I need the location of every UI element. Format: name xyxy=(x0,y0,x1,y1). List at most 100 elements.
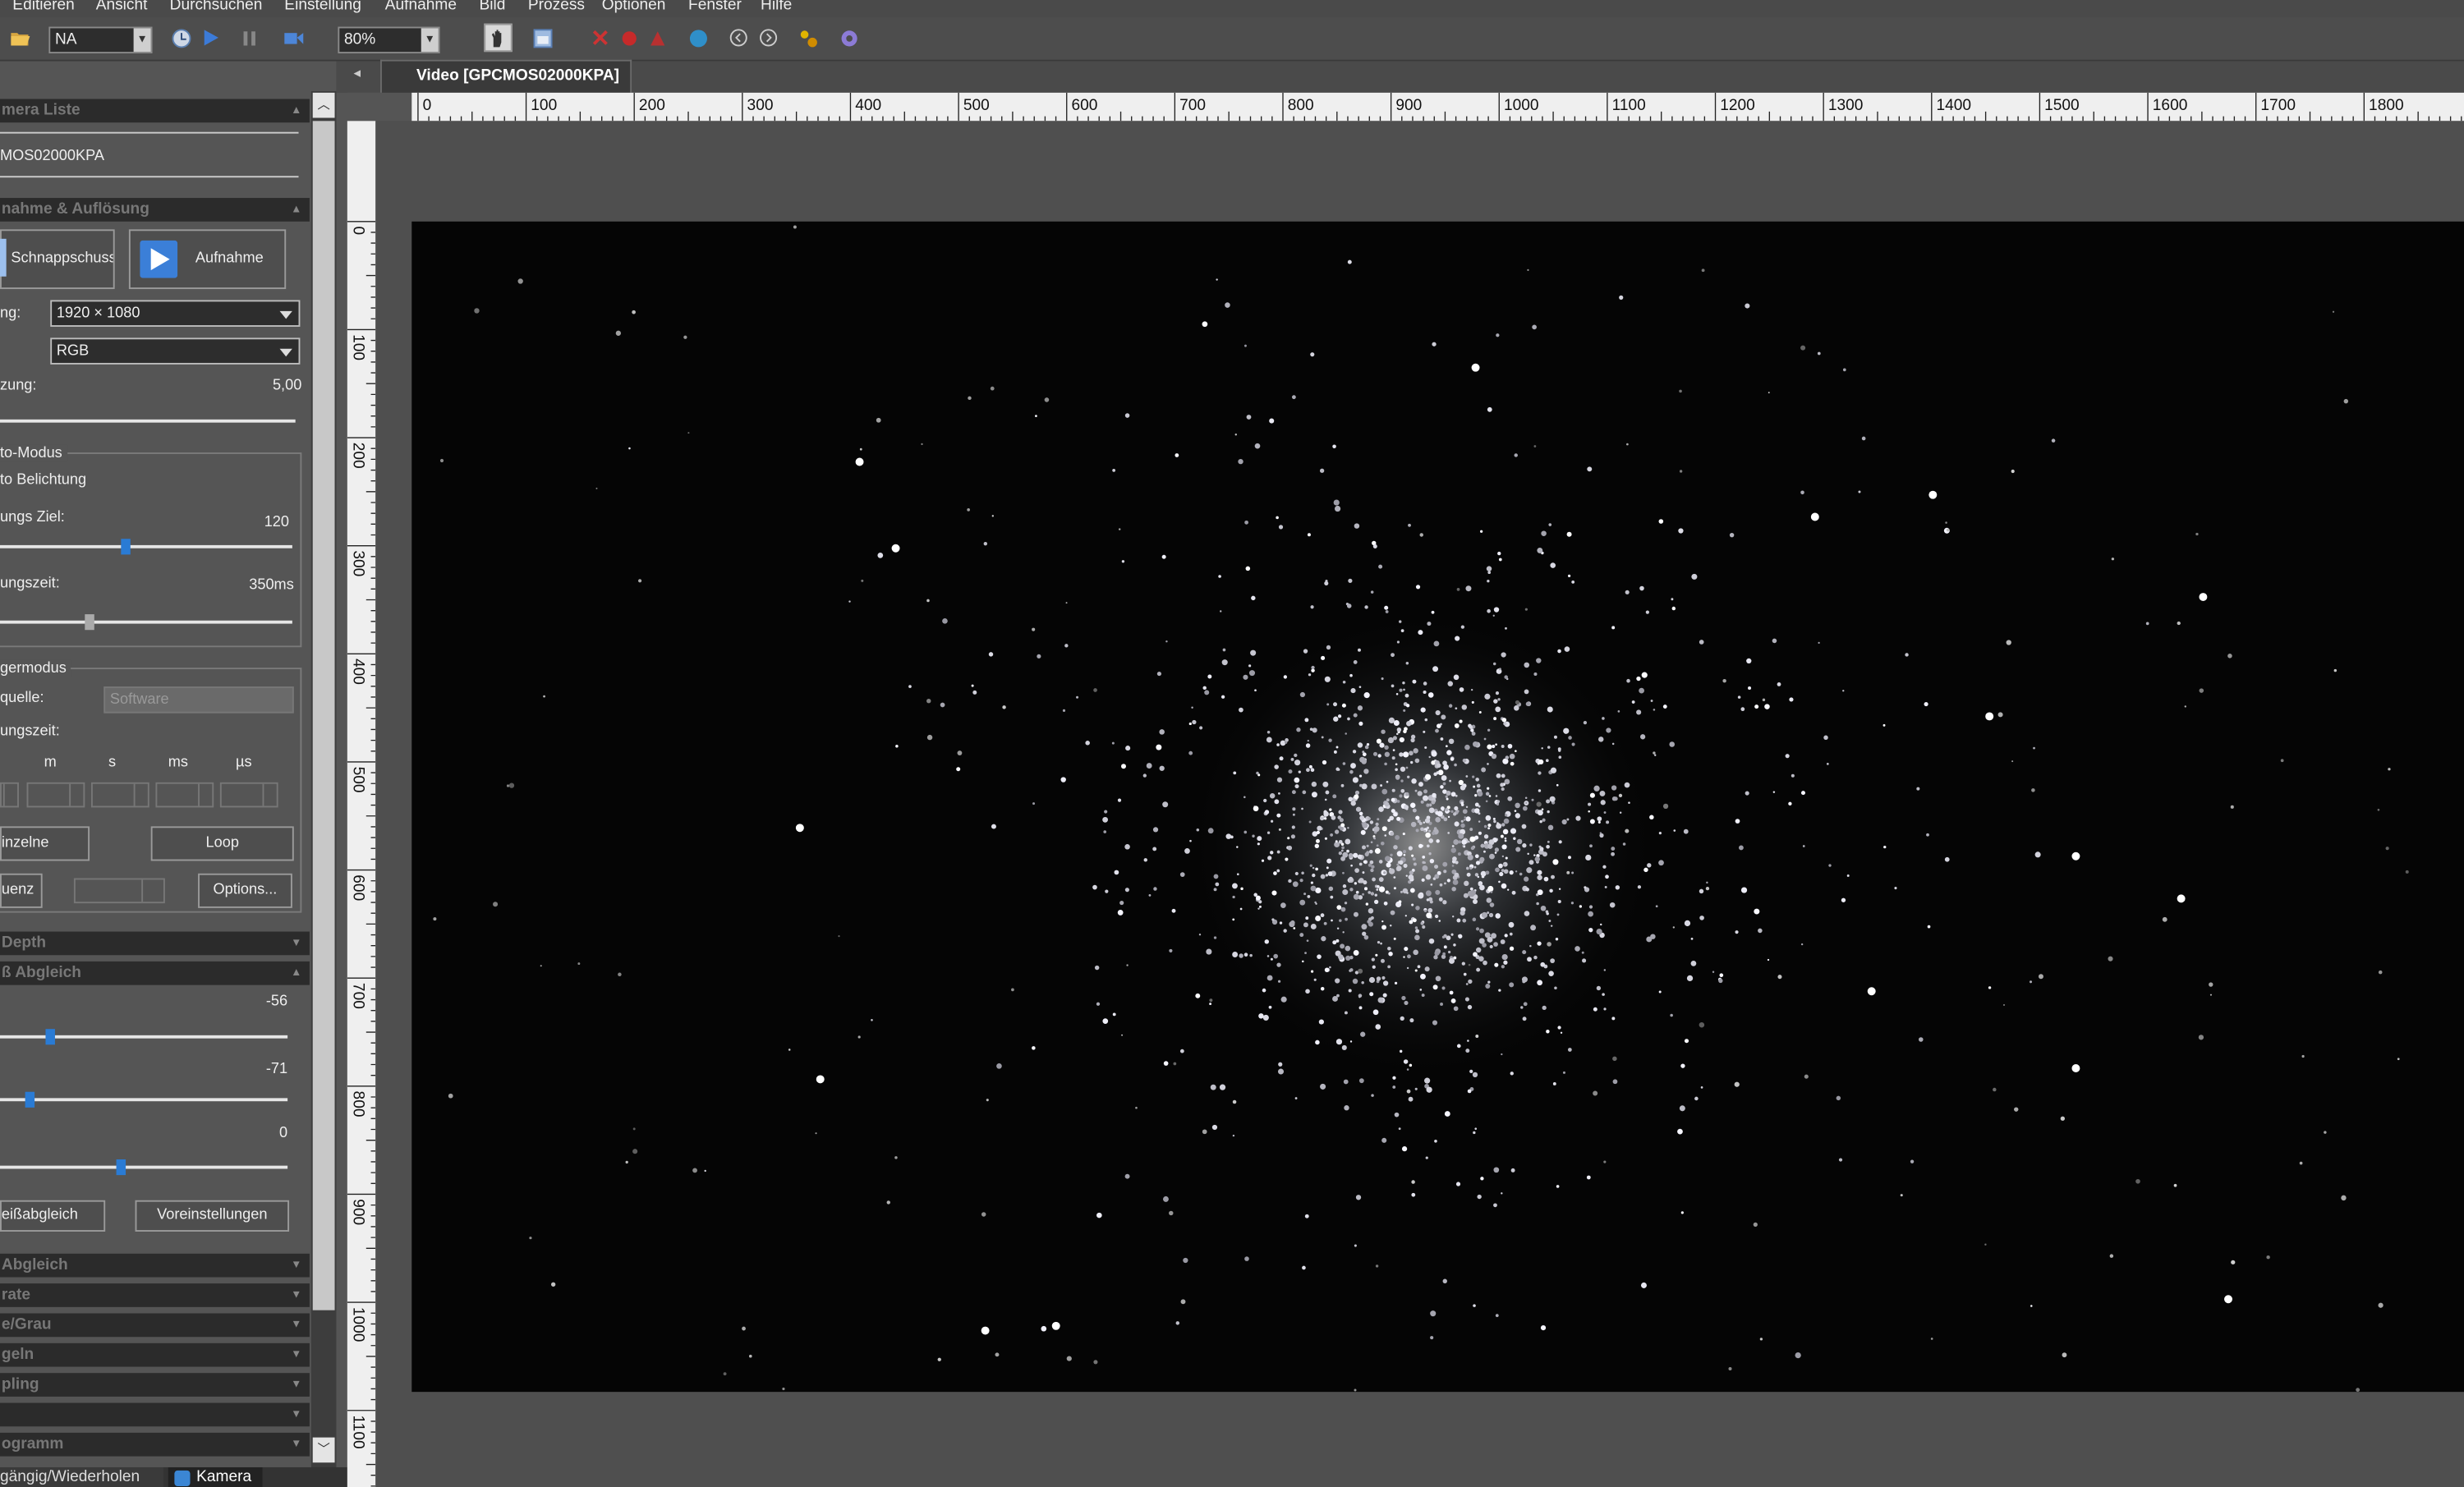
clock-icon[interactable] xyxy=(170,27,192,49)
star xyxy=(1065,602,1068,604)
hand-tool-icon[interactable] xyxy=(484,23,513,53)
time-slider[interactable] xyxy=(0,620,292,624)
star xyxy=(1424,746,1427,750)
presets-button[interactable]: Voreinstellungen xyxy=(135,1200,290,1232)
millisecond-stepper[interactable] xyxy=(155,782,214,808)
menu-item[interactable]: Durchsuchen xyxy=(170,0,263,14)
wb-tint-slider[interactable] xyxy=(0,1098,288,1102)
star xyxy=(1501,787,1505,792)
menu-item[interactable]: Einstellung xyxy=(284,0,361,14)
forward-icon[interactable] xyxy=(757,27,779,49)
open-folder-icon[interactable] xyxy=(9,27,31,49)
star-cluster-image[interactable] xyxy=(411,221,2464,1393)
tab-history[interactable]: gängig/Wiederholen xyxy=(0,1466,163,1487)
star xyxy=(1587,466,1593,472)
wb-third-slider[interactable] xyxy=(0,1165,288,1169)
star xyxy=(1453,1006,1459,1012)
globe-icon[interactable] xyxy=(687,27,709,49)
record-video-icon[interactable] xyxy=(283,27,305,49)
chevron-left-icon[interactable]: ◂ xyxy=(353,64,361,81)
menu-item[interactable]: Aufnahme xyxy=(385,0,457,14)
cross-red-icon[interactable] xyxy=(589,27,611,49)
ruler-corner xyxy=(347,92,412,122)
section-header-blank[interactable]: ▼ xyxy=(0,1402,310,1427)
wb-temp-thumb[interactable] xyxy=(45,1029,55,1045)
white-balance-button[interactable]: eißabgleich xyxy=(0,1200,106,1232)
scroll-down-icon[interactable]: ﹀ xyxy=(312,1437,335,1463)
depth-header[interactable]: Depth ▼ xyxy=(0,931,310,956)
star xyxy=(1293,927,1296,929)
camera-name[interactable]: MOS02000KPA xyxy=(0,148,104,165)
star xyxy=(1589,792,1595,798)
section-header-regeln[interactable]: geln ▼ xyxy=(0,1342,310,1367)
single-trigger-button[interactable]: inzelne xyxy=(0,826,90,861)
horizontal-ruler-ticks: 0 100 200 300 400 500 600 700 800 900 1000 1100 1200… xyxy=(417,92,2462,122)
scroll-thumb[interactable] xyxy=(312,121,335,1310)
red-dot-icon[interactable] xyxy=(618,27,640,49)
star xyxy=(1639,585,1644,591)
star xyxy=(1093,688,1097,692)
star xyxy=(2405,870,2409,874)
menu-item[interactable]: Ansicht xyxy=(96,0,148,14)
source-select[interactable]: Software xyxy=(103,686,294,714)
loop-button[interactable]: Loop xyxy=(150,826,294,861)
section-header-rate[interactable]: rate ▼ xyxy=(0,1283,310,1307)
section-header-histogramm[interactable]: ogramm ▼ xyxy=(0,1432,310,1457)
camera-list-header[interactable]: mera Liste ▲ xyxy=(0,99,310,123)
capture-resolution-header[interactable]: nahme & Auflösung ▲ xyxy=(0,198,310,222)
star xyxy=(1377,754,1381,758)
gear-icon[interactable] xyxy=(838,27,860,49)
star xyxy=(1315,887,1322,894)
menu-item[interactable]: Fenster xyxy=(688,0,742,14)
exposure-slider[interactable] xyxy=(0,419,296,423)
section-header-grau[interactable]: e/Grau ▼ xyxy=(0,1313,310,1338)
star xyxy=(1180,1299,1186,1305)
time-slider-thumb[interactable] xyxy=(85,614,94,631)
wb-tint-thumb[interactable] xyxy=(25,1091,35,1108)
auto-exposure-checkbox[interactable]: to Belichtung xyxy=(0,471,86,489)
star xyxy=(1461,704,1468,710)
options-button[interactable]: Options... xyxy=(198,873,292,908)
menu-item[interactable]: Hilfe xyxy=(761,0,792,14)
section-header-sampling[interactable]: pling ▼ xyxy=(0,1373,310,1397)
microsecond-stepper[interactable] xyxy=(219,782,278,808)
wb-temp-slider[interactable] xyxy=(0,1035,288,1039)
zoom-combo[interactable]: 80% ▼ xyxy=(338,26,440,54)
star xyxy=(1547,824,1554,831)
panel-scrollbar[interactable]: ︿ ﹀ xyxy=(310,90,337,1467)
pause-icon[interactable] xyxy=(239,27,261,49)
star xyxy=(1452,879,1459,885)
star xyxy=(1455,861,1459,865)
red-shape-icon[interactable] xyxy=(646,27,668,49)
star xyxy=(1307,533,1311,537)
select-region-icon[interactable] xyxy=(531,27,554,49)
back-icon[interactable] xyxy=(728,27,750,49)
play-icon[interactable] xyxy=(200,27,222,49)
snapshot-button[interactable]: Schnappschuss xyxy=(0,229,115,290)
menu-item[interactable]: Prozess xyxy=(528,0,585,14)
format-select[interactable]: RGB xyxy=(50,337,301,365)
camera-combo[interactable]: NA ▼ xyxy=(48,26,153,54)
target-slider[interactable] xyxy=(0,544,292,548)
star xyxy=(1737,695,1741,699)
menu-item[interactable]: Bild xyxy=(480,0,506,14)
target-slider-thumb[interactable] xyxy=(121,539,131,555)
wb-third-thumb[interactable] xyxy=(116,1159,126,1176)
tab-video[interactable]: Video [GPCMOS02000KPA] xyxy=(380,59,632,93)
resolution-select[interactable]: 1920 × 1080 xyxy=(50,300,301,327)
sequence-button[interactable]: uenz xyxy=(0,873,43,908)
scroll-up-icon[interactable]: ︿ xyxy=(312,92,335,118)
settings-icon[interactable] xyxy=(797,27,819,49)
white-balance-header[interactable]: ß Abgleich ▲ xyxy=(0,961,310,985)
star xyxy=(1395,768,1398,772)
star xyxy=(2280,759,2284,763)
star xyxy=(1455,636,1460,641)
minute-stepper[interactable] xyxy=(26,782,85,808)
section-header-abgleich[interactable]: Abgleich ▼ xyxy=(0,1253,310,1278)
sequence-stepper[interactable] xyxy=(73,878,165,904)
second-stepper[interactable] xyxy=(90,782,149,808)
menu-item[interactable]: Optionen xyxy=(602,0,666,14)
star xyxy=(886,1200,890,1205)
menu-item[interactable]: Editieren xyxy=(12,0,75,14)
hour-stepper[interactable] xyxy=(0,782,19,808)
